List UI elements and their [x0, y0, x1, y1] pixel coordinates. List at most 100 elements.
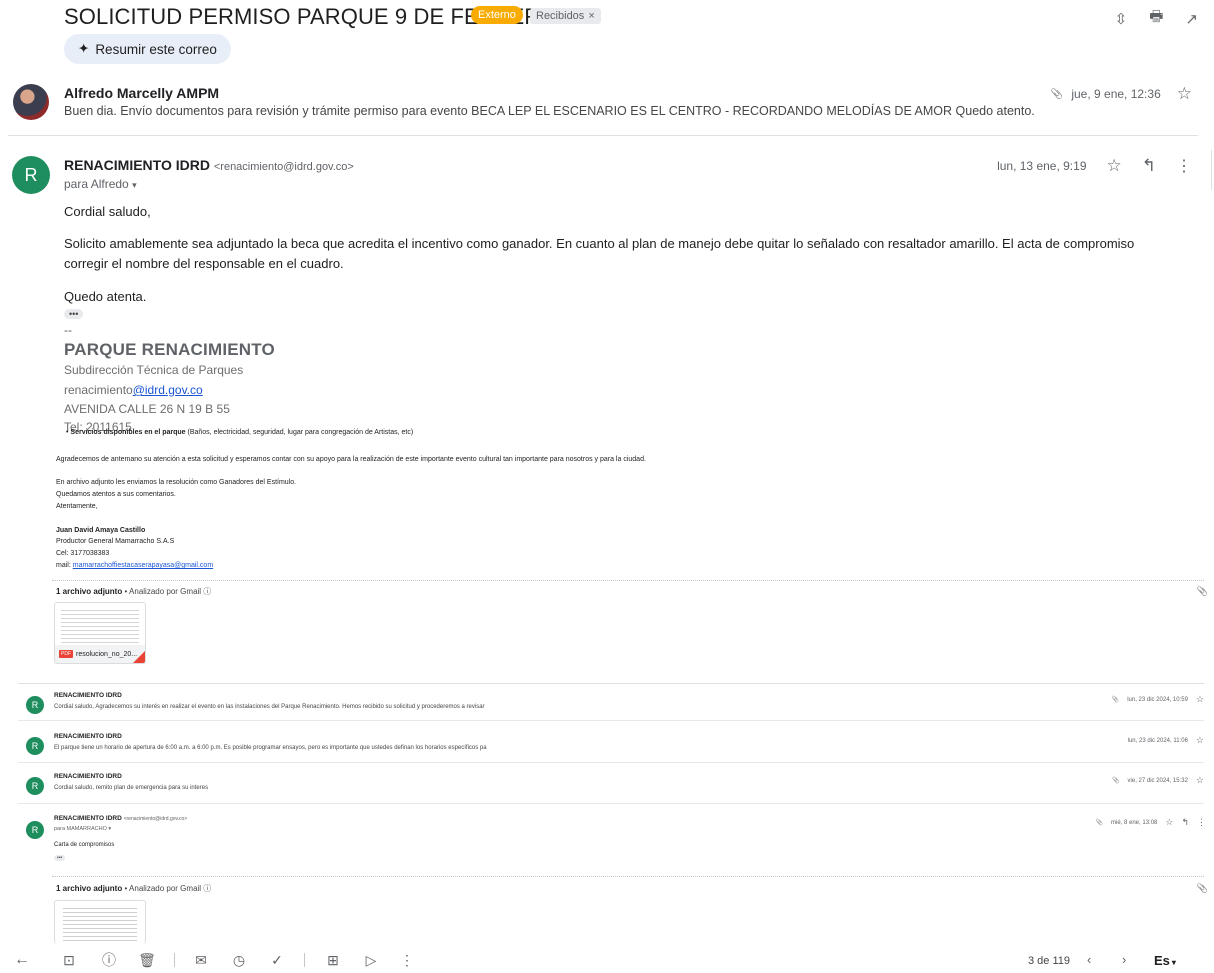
snooze-icon[interactable]: ◷ [230, 951, 248, 969]
sender-avatar[interactable]: R [26, 821, 44, 839]
quoted-signature-name: Juan David Amaya Castillo [56, 527, 146, 534]
star-icon[interactable]: ☆ [1196, 735, 1204, 746]
star-icon[interactable]: ☆ [1196, 775, 1204, 786]
quoted-text: Atentamente, [56, 503, 98, 510]
message-greeting: Cordial saludo, [64, 204, 151, 219]
star-icon[interactable]: ☆ [1165, 817, 1173, 828]
quoted-bullet: • Servicios disponibles en el parque (Ba… [66, 429, 414, 436]
quoted-signature-role: Productor General Mamarracho S.A.S [56, 538, 175, 545]
pdf-icon: PDF [59, 650, 73, 658]
conversation-counter: 3 de 119 [1028, 955, 1071, 967]
quoted-mail-link[interactable]: mamarrachoffiestacaserapayasa@gmail.com [73, 562, 213, 569]
attachment-footer: PDF resolucion_no_20... [55, 645, 145, 663]
sender-avatar[interactable]: R [12, 156, 50, 194]
quoted-bullet-bold: Servicios disponibles en el parque [70, 429, 186, 436]
message-date: jue, 9 ene, 12:36 [1071, 87, 1161, 101]
externo-badge: Externo [471, 6, 523, 24]
move-to-icon[interactable]: ⊞ [324, 951, 342, 969]
toolbar-divider [304, 953, 305, 967]
report-spam-icon[interactable]: ⓘ [100, 951, 118, 969]
more-options-icon[interactable]: ⋮ [1176, 156, 1192, 176]
message-sender[interactable]: RENACIMIENTO IDRD [54, 692, 122, 699]
message-snippet[interactable]: Cordial saludo, remito plan de emergenci… [54, 785, 208, 791]
attachment-clip-icon: 📎 [1050, 88, 1064, 100]
message-sender[interactable]: RENACIMIENTO IDRD [54, 733, 122, 740]
show-trimmed-content-button[interactable]: ••• [64, 309, 84, 319]
recibidos-label-chip[interactable]: Recibidos × [530, 8, 601, 24]
star-icon[interactable]: ☆ [1107, 156, 1122, 176]
message-date: vie, 27 dic 2024, 15:32 [1127, 777, 1188, 784]
message-sender[interactable]: RENACIMIENTO IDRD [54, 815, 122, 822]
signature-separator: -- [64, 323, 72, 337]
message-sender-line: RENACIMIENTO IDRD <renacimiento@idrd.gov… [54, 815, 187, 822]
message-sender[interactable]: RENACIMIENTO IDRD [64, 157, 210, 173]
reply-icon[interactable]: ↰ [1181, 817, 1189, 828]
quoted-bullet-rest: (Baños, electricidad, seguridad, lugar p… [185, 429, 414, 436]
message-paragraph: Solicito amablemente sea adjuntado la be… [64, 236, 1135, 271]
signature-email: renacimiento@idrd.gov.co [64, 383, 203, 397]
attachments-header: 1 archivo adjunto • Analizado por Gmail … [56, 586, 211, 597]
message-divider [18, 683, 1204, 684]
add-to-tasks-icon[interactable]: ✓ [268, 951, 286, 969]
message-sender[interactable]: Alfredo Marcelly AMPM [64, 85, 219, 101]
recipients-text: para Alfredo [64, 177, 129, 191]
delete-icon[interactable]: 🗑 [138, 951, 156, 969]
newer-chevron-icon[interactable]: ‹ [1087, 952, 1091, 967]
attachment-thumbnail[interactable] [54, 900, 146, 944]
remove-label-icon[interactable]: × [588, 10, 594, 22]
message-meta: 📎 vie, 27 dic 2024, 15:32 ☆ [1112, 775, 1204, 786]
mark-unread-icon[interactable]: ✉ [192, 951, 210, 969]
archive-icon[interactable]: ⊡ [60, 951, 78, 969]
message-date: lun, 23 dic 2024, 10:59 [1127, 696, 1188, 703]
attachment-count: 1 archivo adjunto [56, 884, 123, 893]
older-chevron-icon[interactable]: › [1122, 952, 1126, 967]
open-new-window-icon[interactable]: ↗ [1185, 6, 1198, 31]
message-meta: lun, 13 ene, 9:19 ☆ ↰ ⋮ [997, 156, 1192, 176]
page-fold-icon [133, 651, 145, 663]
label-icon[interactable]: ▷ [362, 951, 380, 969]
recipients-toggle[interactable]: para Alfredo ▾ [64, 177, 137, 191]
input-language-selector[interactable]: Es ▾ [1154, 953, 1176, 968]
message-divider [18, 720, 1204, 721]
add-to-drive-icon[interactable]: 📎 [1197, 883, 1208, 894]
summarize-button[interactable]: ✦ Resumir este correo [64, 34, 231, 64]
message-snippet[interactable]: Buen dia. Envío documentos para revisión… [64, 104, 1035, 118]
sender-avatar[interactable]: R [26, 696, 44, 714]
attachment-thumbnail[interactable]: PDF resolucion_no_20... [54, 602, 146, 664]
signature-title: PARQUE RENACIMIENTO [64, 340, 275, 359]
summarize-label: Resumir este correo [95, 41, 217, 57]
signature-email-link[interactable]: @idrd.gov.co [133, 383, 203, 397]
reply-icon[interactable]: ↰ [1142, 156, 1156, 176]
message-meta: 📎 jue, 9 ene, 12:36 ☆ [1051, 84, 1192, 104]
star-icon[interactable]: ☆ [1196, 694, 1204, 705]
print-icon[interactable]: 🖶 [1149, 6, 1163, 31]
recipients-text: para MAMARRACHO [54, 826, 107, 832]
sender-avatar-photo[interactable] [13, 84, 49, 120]
scanned-by-gmail: • Analizado por Gmail ⓘ [122, 587, 212, 596]
star-icon[interactable]: ☆ [1177, 84, 1192, 104]
back-arrow-icon[interactable]: ← [14, 951, 30, 969]
attachments-header: 1 archivo adjunto • Analizado por Gmail … [56, 883, 211, 894]
attachment-clip-icon: 📎 [1095, 820, 1103, 826]
more-options-icon[interactable]: ⋮ [398, 951, 416, 969]
add-to-drive-icon[interactable]: 📎 [1197, 586, 1208, 597]
sender-avatar[interactable]: R [26, 777, 44, 795]
attachment-divider [52, 580, 1204, 581]
recipients-toggle[interactable]: para MAMARRACHO ▾ [54, 826, 111, 832]
signature-subtitle: Subdirección Técnica de Parques [64, 363, 244, 377]
message-meta: 📎 lun, 23 dic 2024, 10:59 ☆ [1112, 694, 1204, 705]
message-date: lun, 23 dic 2024, 11:06 [1127, 737, 1188, 744]
panel-edge [1211, 150, 1212, 190]
more-options-icon[interactable]: ⋮ [1197, 817, 1206, 828]
message-snippet[interactable]: Cordial saludo, Agradecemos su interés e… [54, 704, 485, 710]
expand-all-icon[interactable]: ⇳ [1115, 6, 1128, 31]
quoted-signature-mail: mail: mamarrachoffiestacaserapayasa@gmai… [56, 561, 213, 570]
quoted-text: En archivo adjunto les enviamos la resol… [56, 479, 297, 486]
quoted-text: Agradecemos de antemano su atención a es… [56, 456, 646, 463]
attachment-divider [52, 876, 1204, 877]
attachment-count: 1 archivo adjunto [56, 587, 123, 596]
show-trimmed-content-button[interactable]: ••• [54, 855, 66, 861]
message-sender[interactable]: RENACIMIENTO IDRD [54, 773, 122, 780]
message-snippet[interactable]: El parque tiene un horario de apertura d… [54, 745, 487, 751]
sender-avatar[interactable]: R [26, 737, 44, 755]
